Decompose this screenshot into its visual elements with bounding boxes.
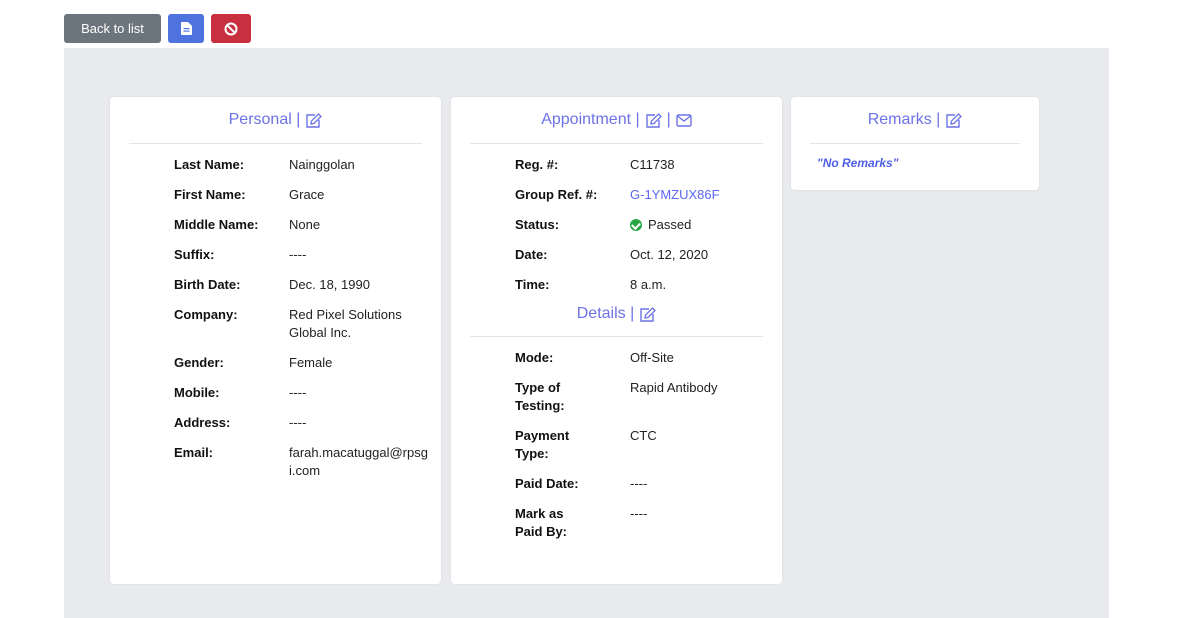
field-value: ---- (289, 415, 307, 430)
field-value: farah.macatuggal@rpsgi.com (289, 445, 428, 478)
row-mobile: Mobile: ---- (110, 384, 441, 402)
field-label: Type of Testing: (515, 380, 565, 413)
field-label: Gender: (174, 355, 224, 370)
row-paid-date: Paid Date: ---- (451, 475, 782, 493)
row-type-of-testing: Type of Testing: Rapid Antibody (451, 379, 782, 415)
field-label: Mark as Paid By: (515, 506, 568, 539)
remarks-card-header: Remarks | (791, 97, 1039, 143)
row-time: Time: 8 a.m. (451, 276, 782, 294)
status-text: Passed (648, 217, 692, 232)
field-label: Company: (174, 307, 238, 322)
group-ref-link[interactable]: G-1YMZUX86F (630, 186, 770, 204)
personal-card-header: Personal | (110, 97, 441, 143)
back-to-list-button[interactable]: Back to list (64, 14, 161, 43)
field-value: Female (289, 355, 333, 370)
row-reg-no: Reg. #: C11738 (451, 156, 782, 174)
row-middle-name: Middle Name: None (110, 216, 441, 234)
row-status: Status: Passed (451, 216, 782, 234)
field-value: Off-Site (630, 350, 674, 365)
field-label: Email: (174, 445, 214, 460)
details-rows: Mode: Off-Site Type of Testing: Rapid An… (451, 337, 782, 541)
row-first-name: First Name: Grace (110, 186, 441, 204)
row-date: Date: Oct. 12, 2020 (451, 246, 782, 264)
row-suffix: Suffix: ---- (110, 246, 441, 264)
row-company: Company: Red Pixel Solutions Global Inc. (110, 306, 441, 342)
remarks-text: "No Remarks" (817, 156, 899, 170)
field-value: None (289, 217, 321, 232)
appointment-rows: Reg. #: C11738 Group Ref. #: G-1YMZUX86F… (451, 144, 782, 294)
cancel-button[interactable] (211, 14, 251, 43)
document-button[interactable] (168, 14, 204, 43)
envelope-icon[interactable] (676, 113, 692, 127)
field-label: Last Name: (174, 157, 245, 172)
row-gender: Gender: Female (110, 354, 441, 372)
field-label: Status: (515, 217, 560, 232)
field-label: Mode: (515, 350, 554, 365)
status-value: Passed (630, 216, 770, 234)
field-value: CTC (630, 428, 657, 443)
document-icon (180, 22, 192, 35)
row-payment-type: Payment Type: CTC (451, 427, 782, 463)
field-label: First Name: (174, 187, 246, 202)
details-title: Details | (576, 305, 635, 322)
content-panel: Personal | Last Name: Nainggolan First N… (64, 48, 1109, 618)
row-mark-as-paid-by: Mark as Paid By: ---- (451, 505, 782, 541)
field-label: Payment Type: (515, 428, 570, 461)
row-address: Address: ---- (110, 414, 441, 432)
details-header: Details | (451, 300, 782, 328)
field-value: ---- (289, 247, 307, 262)
remarks-title: Remarks | (867, 111, 941, 128)
edit-icon[interactable] (639, 306, 657, 322)
ban-icon (224, 22, 238, 35)
field-value: ---- (630, 476, 648, 491)
personal-title: Personal | (228, 111, 301, 128)
action-toolbar: Back to list (64, 14, 251, 43)
field-value: Grace (289, 187, 325, 202)
field-value: 8 a.m. (630, 277, 667, 292)
row-group-ref: Group Ref. #: G-1YMZUX86F (451, 186, 782, 204)
field-label: Mobile: (174, 385, 220, 400)
edit-icon[interactable] (645, 112, 662, 128)
appointment-card: Appointment | | Reg. #: C11738 Group Ref… (451, 97, 782, 584)
appointment-title: Appointment | (541, 111, 640, 128)
field-value: ---- (289, 385, 307, 400)
title-separator: | (666, 111, 671, 128)
field-label: Address: (174, 415, 231, 430)
row-birth-date: Birth Date: Dec. 18, 1990 (110, 276, 441, 294)
field-value: ---- (630, 506, 648, 521)
field-label: Time: (515, 277, 550, 292)
field-label: Birth Date: (174, 277, 241, 292)
field-value: C11738 (630, 157, 675, 172)
appointment-card-header: Appointment | | (451, 97, 782, 143)
field-label: Middle Name: (174, 217, 259, 232)
remarks-card: Remarks | "No Remarks" (791, 97, 1039, 190)
field-value: Oct. 12, 2020 (630, 247, 709, 262)
field-value: Nainggolan (289, 157, 355, 172)
row-mode: Mode: Off-Site (451, 349, 782, 367)
field-value: Rapid Antibody (630, 380, 718, 395)
field-value: Red Pixel Solutions Global Inc. (289, 307, 402, 340)
field-label: Group Ref. #: (515, 187, 598, 202)
field-label: Paid Date: (515, 476, 579, 491)
row-email: Email: farah.macatuggal@rpsgi.com (110, 444, 441, 480)
check-circle-icon (630, 219, 642, 231)
edit-icon[interactable] (305, 112, 323, 128)
field-label: Suffix: (174, 247, 215, 262)
personal-rows: Last Name: Nainggolan First Name: Grace … (110, 144, 441, 480)
field-label: Date: (515, 247, 548, 262)
personal-card: Personal | Last Name: Nainggolan First N… (110, 97, 441, 584)
row-last-name: Last Name: Nainggolan (110, 156, 441, 174)
edit-icon[interactable] (945, 112, 963, 128)
field-label: Reg. #: (515, 157, 559, 172)
field-value: Dec. 18, 1990 (289, 277, 370, 292)
